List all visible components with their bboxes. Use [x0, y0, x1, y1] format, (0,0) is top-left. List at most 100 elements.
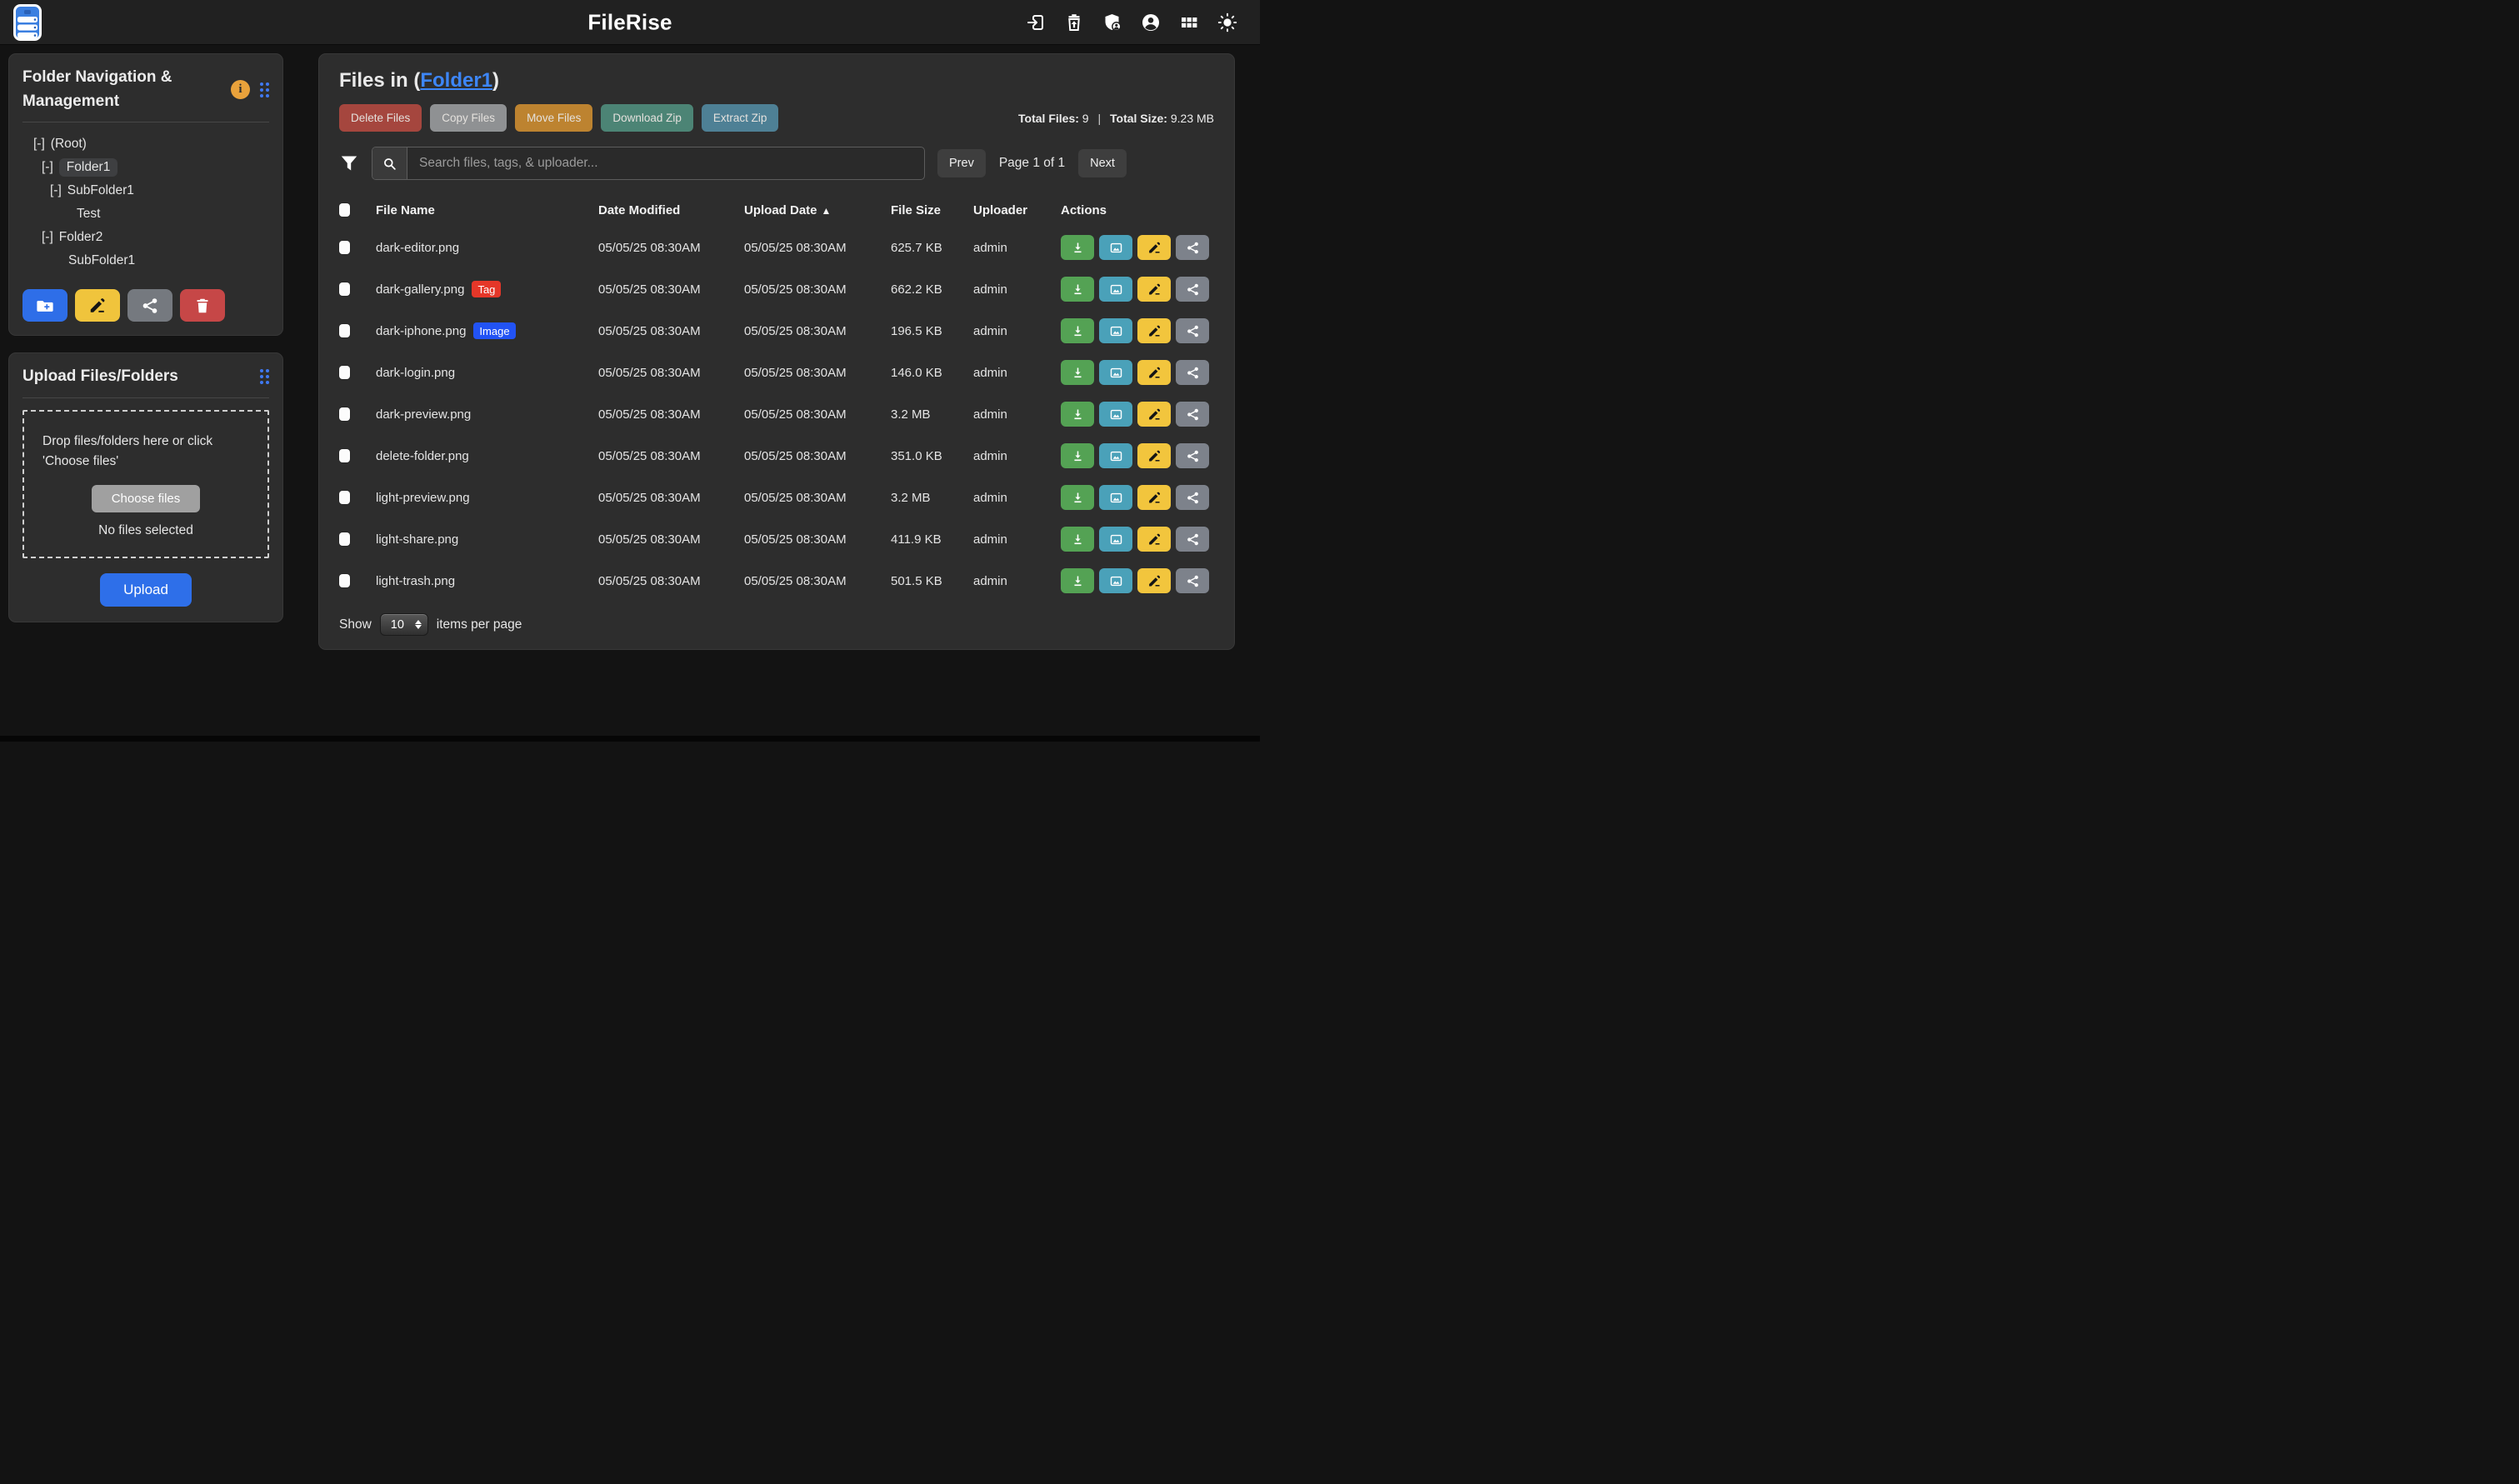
tree-toggle[interactable]: [-]	[50, 183, 62, 198]
row-checkbox[interactable]	[339, 449, 350, 462]
next-page-button[interactable]: Next	[1078, 149, 1127, 177]
row-checkbox[interactable]	[339, 491, 350, 504]
preview-button[interactable]	[1099, 277, 1132, 302]
preview-button[interactable]	[1099, 527, 1132, 552]
share-button[interactable]	[1176, 360, 1209, 385]
drag-handle-icon[interactable]	[260, 82, 269, 97]
trash-restore-icon[interactable]	[1063, 12, 1085, 33]
apps-grid-icon[interactable]	[1178, 12, 1200, 33]
col-file-name[interactable]: File Name	[376, 203, 598, 217]
col-upload-date[interactable]: Upload Date▲	[744, 203, 891, 217]
tree-item[interactable]: [-] Folder1	[22, 156, 269, 179]
delete-files-button[interactable]: Delete Files	[339, 104, 422, 132]
select-all-checkbox[interactable]	[339, 203, 350, 217]
prev-page-button[interactable]: Prev	[937, 149, 986, 177]
move-files-button[interactable]: Move Files	[515, 104, 592, 132]
tree-label[interactable]: Folder2	[59, 230, 103, 245]
current-folder-link[interactable]: Folder1	[420, 69, 492, 92]
tree-label[interactable]: Test	[77, 207, 100, 222]
tree-label[interactable]: SubFolder1	[67, 183, 134, 198]
search-icon[interactable]	[372, 147, 407, 179]
download-button[interactable]	[1061, 527, 1094, 552]
file-name[interactable]: dark-gallery.png	[376, 282, 464, 297]
tree-toggle[interactable]: [-]	[33, 137, 45, 152]
file-name[interactable]: dark-editor.png	[376, 241, 459, 255]
preview-button[interactable]	[1099, 318, 1132, 343]
preview-button[interactable]	[1099, 568, 1132, 593]
share-folder-button[interactable]	[127, 289, 172, 322]
tree-item[interactable]: Test	[22, 202, 269, 226]
rename-button[interactable]	[1137, 443, 1171, 468]
tree-label[interactable]: Folder1	[59, 158, 118, 177]
search-input[interactable]	[407, 147, 924, 179]
logout-icon[interactable]	[1025, 12, 1047, 33]
file-name[interactable]: light-share.png	[376, 532, 458, 547]
tree-item[interactable]: SubFolder1	[22, 249, 269, 272]
download-zip-button[interactable]: Download Zip	[601, 104, 693, 132]
col-file-size[interactable]: File Size	[891, 203, 973, 217]
row-checkbox[interactable]	[339, 574, 350, 587]
file-name[interactable]: dark-iphone.png	[376, 324, 466, 338]
download-button[interactable]	[1061, 402, 1094, 427]
extract-zip-button[interactable]: Extract Zip	[702, 104, 779, 132]
tree-toggle[interactable]: [-]	[42, 230, 53, 245]
file-name[interactable]: dark-preview.png	[376, 407, 471, 422]
preview-button[interactable]	[1099, 443, 1132, 468]
file-name[interactable]: delete-folder.png	[376, 449, 469, 463]
row-checkbox[interactable]	[339, 366, 350, 379]
download-button[interactable]	[1061, 360, 1094, 385]
share-button[interactable]	[1176, 235, 1209, 260]
share-button[interactable]	[1176, 568, 1209, 593]
download-button[interactable]	[1061, 443, 1094, 468]
download-button[interactable]	[1061, 568, 1094, 593]
file-name[interactable]: light-preview.png	[376, 491, 470, 505]
file-name[interactable]: dark-login.png	[376, 366, 455, 380]
tree-label[interactable]: SubFolder1	[68, 253, 135, 268]
download-button[interactable]	[1061, 235, 1094, 260]
file-name[interactable]: light-trash.png	[376, 574, 455, 588]
info-icon[interactable]: i	[231, 80, 250, 99]
items-per-page-select[interactable]: 10	[380, 613, 428, 636]
tree-toggle[interactable]: [-]	[42, 160, 53, 175]
share-button[interactable]	[1176, 277, 1209, 302]
tree-item[interactable]: [-] (Root)	[22, 132, 269, 156]
admin-shield-icon[interactable]	[1102, 12, 1123, 33]
download-button[interactable]	[1061, 318, 1094, 343]
rename-button[interactable]	[1137, 318, 1171, 343]
preview-button[interactable]	[1099, 485, 1132, 510]
col-uploader[interactable]: Uploader	[973, 203, 1061, 217]
row-checkbox[interactable]	[339, 532, 350, 546]
rename-folder-button[interactable]	[75, 289, 120, 322]
delete-folder-button[interactable]	[180, 289, 225, 322]
preview-button[interactable]	[1099, 235, 1132, 260]
user-profile-icon[interactable]	[1140, 12, 1162, 33]
share-button[interactable]	[1176, 527, 1209, 552]
upload-button[interactable]: Upload	[100, 573, 192, 607]
row-checkbox[interactable]	[339, 407, 350, 421]
rename-button[interactable]	[1137, 360, 1171, 385]
row-checkbox[interactable]	[339, 324, 350, 337]
tree-item[interactable]: [-] SubFolder1	[22, 179, 269, 202]
choose-files-button[interactable]: Choose files	[92, 485, 201, 512]
light-mode-icon[interactable]	[1217, 12, 1238, 33]
dropzone[interactable]: Drop files/folders here or click 'Choose…	[22, 410, 269, 558]
rename-button[interactable]	[1137, 235, 1171, 260]
rename-button[interactable]	[1137, 485, 1171, 510]
tree-label[interactable]: (Root)	[51, 137, 87, 152]
col-date-modified[interactable]: Date Modified	[598, 203, 744, 217]
share-button[interactable]	[1176, 485, 1209, 510]
create-folder-button[interactable]	[22, 289, 67, 322]
download-button[interactable]	[1061, 277, 1094, 302]
preview-button[interactable]	[1099, 402, 1132, 427]
row-checkbox[interactable]	[339, 282, 350, 296]
download-button[interactable]	[1061, 485, 1094, 510]
share-button[interactable]	[1176, 402, 1209, 427]
rename-button[interactable]	[1137, 527, 1171, 552]
copy-files-button[interactable]: Copy Files	[430, 104, 507, 132]
rename-button[interactable]	[1137, 402, 1171, 427]
rename-button[interactable]	[1137, 568, 1171, 593]
tree-item[interactable]: [-] Folder2	[22, 226, 269, 249]
share-button[interactable]	[1176, 443, 1209, 468]
drag-handle-icon[interactable]	[260, 369, 269, 384]
share-button[interactable]	[1176, 318, 1209, 343]
